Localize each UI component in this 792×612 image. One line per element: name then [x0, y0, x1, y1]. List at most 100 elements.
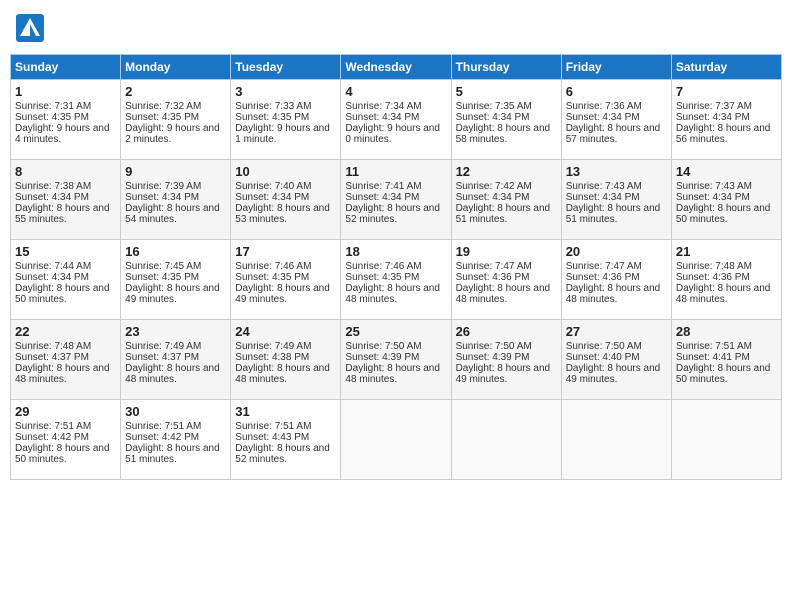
day-number: 28 — [676, 324, 777, 339]
logo — [16, 14, 48, 42]
sunrise-text: Sunrise: 7:50 AM — [456, 341, 532, 352]
calendar-cell: 31Sunrise: 7:51 AMSunset: 4:43 PMDayligh… — [231, 400, 341, 480]
day-number: 30 — [125, 404, 226, 419]
sunset-text: Sunset: 4:39 PM — [345, 352, 419, 363]
day-number: 12 — [456, 164, 557, 179]
sunset-text: Sunset: 4:42 PM — [15, 432, 89, 443]
day-number: 10 — [235, 164, 336, 179]
daylight-text: Daylight: 8 hours and 49 minutes. — [566, 363, 661, 385]
sunrise-text: Sunrise: 7:51 AM — [676, 341, 752, 352]
sunrise-text: Sunrise: 7:37 AM — [676, 101, 752, 112]
calendar-cell: 16Sunrise: 7:45 AMSunset: 4:35 PMDayligh… — [121, 240, 231, 320]
daylight-text: Daylight: 8 hours and 50 minutes. — [15, 283, 110, 305]
daylight-text: Daylight: 8 hours and 58 minutes. — [456, 123, 551, 145]
sunset-text: Sunset: 4:37 PM — [125, 352, 199, 363]
calendar-cell: 3Sunrise: 7:33 AMSunset: 4:35 PMDaylight… — [231, 80, 341, 160]
sunset-text: Sunset: 4:35 PM — [125, 112, 199, 123]
sunrise-text: Sunrise: 7:40 AM — [235, 181, 311, 192]
sunset-text: Sunset: 4:37 PM — [15, 352, 89, 363]
calendar-cell: 12Sunrise: 7:42 AMSunset: 4:34 PMDayligh… — [451, 160, 561, 240]
daylight-text: Daylight: 8 hours and 52 minutes. — [235, 443, 330, 465]
sunset-text: Sunset: 4:34 PM — [566, 192, 640, 203]
sunrise-text: Sunrise: 7:33 AM — [235, 101, 311, 112]
sunrise-text: Sunrise: 7:42 AM — [456, 181, 532, 192]
sunrise-text: Sunrise: 7:50 AM — [566, 341, 642, 352]
header-row: SundayMondayTuesdayWednesdayThursdayFrid… — [11, 55, 782, 80]
calendar-cell: 7Sunrise: 7:37 AMSunset: 4:34 PMDaylight… — [671, 80, 781, 160]
calendar-cell: 26Sunrise: 7:50 AMSunset: 4:39 PMDayligh… — [451, 320, 561, 400]
calendar-cell: 20Sunrise: 7:47 AMSunset: 4:36 PMDayligh… — [561, 240, 671, 320]
day-number: 7 — [676, 84, 777, 99]
sunrise-text: Sunrise: 7:31 AM — [15, 101, 91, 112]
calendar-cell: 30Sunrise: 7:51 AMSunset: 4:42 PMDayligh… — [121, 400, 231, 480]
daylight-text: Daylight: 8 hours and 50 minutes. — [676, 203, 771, 225]
calendar-cell: 29Sunrise: 7:51 AMSunset: 4:42 PMDayligh… — [11, 400, 121, 480]
sunrise-text: Sunrise: 7:49 AM — [125, 341, 201, 352]
col-header-wednesday: Wednesday — [341, 55, 451, 80]
sunset-text: Sunset: 4:41 PM — [676, 352, 750, 363]
sunset-text: Sunset: 4:36 PM — [566, 272, 640, 283]
calendar-cell: 18Sunrise: 7:46 AMSunset: 4:35 PMDayligh… — [341, 240, 451, 320]
daylight-text: Daylight: 8 hours and 51 minutes. — [456, 203, 551, 225]
daylight-text: Daylight: 8 hours and 48 minutes. — [676, 283, 771, 305]
daylight-text: Daylight: 8 hours and 49 minutes. — [125, 283, 220, 305]
sunset-text: Sunset: 4:35 PM — [235, 112, 309, 123]
sunset-text: Sunset: 4:34 PM — [125, 192, 199, 203]
daylight-text: Daylight: 9 hours and 1 minute. — [235, 123, 330, 145]
sunset-text: Sunset: 4:34 PM — [15, 192, 89, 203]
sunrise-text: Sunrise: 7:43 AM — [566, 181, 642, 192]
sunset-text: Sunset: 4:34 PM — [345, 112, 419, 123]
sunset-text: Sunset: 4:42 PM — [125, 432, 199, 443]
day-number: 25 — [345, 324, 446, 339]
daylight-text: Daylight: 8 hours and 49 minutes. — [456, 363, 551, 385]
daylight-text: Daylight: 8 hours and 57 minutes. — [566, 123, 661, 145]
daylight-text: Daylight: 8 hours and 52 minutes. — [345, 203, 440, 225]
daylight-text: Daylight: 8 hours and 48 minutes. — [235, 363, 330, 385]
week-row-2: 8Sunrise: 7:38 AMSunset: 4:34 PMDaylight… — [11, 160, 782, 240]
calendar-cell: 6 Sunrise: 7:36 AMSunset: 4:34 PMDaylight… — [561, 80, 671, 160]
sunrise-text: Sunrise: 7:44 AM — [15, 261, 91, 272]
sunset-text: Sunset: 4:36 PM — [456, 272, 530, 283]
calendar-cell: 13Sunrise: 7:43 AMSunset: 4:34 PMDayligh… — [561, 160, 671, 240]
daylight-text: Daylight: 9 hours and 0 minutes. — [345, 123, 440, 145]
daylight-text: Daylight: 8 hours and 48 minutes. — [456, 283, 551, 305]
day-number: 14 — [676, 164, 777, 179]
week-row-5: 29Sunrise: 7:51 AMSunset: 4:42 PMDayligh… — [11, 400, 782, 480]
day-number: 6 — [566, 84, 667, 99]
daylight-text: Daylight: 8 hours and 48 minutes. — [345, 283, 440, 305]
calendar-cell: 9Sunrise: 7:39 AMSunset: 4:34 PMDaylight… — [121, 160, 231, 240]
day-number: 23 — [125, 324, 226, 339]
sunrise-text: Sunrise: 7:39 AM — [125, 181, 201, 192]
calendar-cell — [561, 400, 671, 480]
sunrise-text: Sunrise: 7:47 AM — [566, 261, 642, 272]
daylight-text: Daylight: 8 hours and 50 minutes. — [676, 363, 771, 385]
sunset-text: Sunset: 4:35 PM — [125, 272, 199, 283]
sunrise-text: Sunrise: 7:46 AM — [235, 261, 311, 272]
daylight-text: Daylight: 8 hours and 54 minutes. — [125, 203, 220, 225]
sunset-text: Sunset: 4:34 PM — [676, 192, 750, 203]
daylight-text: Daylight: 8 hours and 48 minutes. — [566, 283, 661, 305]
calendar-cell: 23Sunrise: 7:49 AMSunset: 4:37 PMDayligh… — [121, 320, 231, 400]
day-number: 5 — [456, 84, 557, 99]
sunrise-text: Sunrise: 7:49 AM — [235, 341, 311, 352]
daylight-text: Daylight: 8 hours and 48 minutes. — [15, 363, 110, 385]
col-header-saturday: Saturday — [671, 55, 781, 80]
calendar-cell: 19 Sunrise: 7:47 AMSunset: 4:36 PMDayligh… — [451, 240, 561, 320]
day-number: 26 — [456, 324, 557, 339]
day-number: 19 — [456, 244, 557, 259]
daylight-text: Daylight: 8 hours and 55 minutes. — [15, 203, 110, 225]
calendar-cell: 10Sunrise: 7:40 AMSunset: 4:34 PMDayligh… — [231, 160, 341, 240]
sunset-text: Sunset: 4:35 PM — [15, 112, 89, 123]
sunrise-text: Sunrise: 7:47 AM — [456, 261, 532, 272]
week-row-1: 1Sunrise: 7:31 AMSunset: 4:35 PMDaylight… — [11, 80, 782, 160]
calendar-cell: 27Sunrise: 7:50 AMSunset: 4:40 PMDayligh… — [561, 320, 671, 400]
calendar-cell — [341, 400, 451, 480]
sunset-text: Sunset: 4:40 PM — [566, 352, 640, 363]
calendar-cell: 5Sunrise: 7:35 AMSunset: 4:34 PMDaylight… — [451, 80, 561, 160]
day-number: 17 — [235, 244, 336, 259]
sunset-text: Sunset: 4:34 PM — [566, 112, 640, 123]
calendar-cell: 11Sunrise: 7:41 AMSunset: 4:34 PMDayligh… — [341, 160, 451, 240]
day-number: 21 — [676, 244, 777, 259]
sunrise-text: Sunrise: 7:32 AM — [125, 101, 201, 112]
sunrise-text: Sunrise: 7:36 AM — [566, 101, 642, 112]
